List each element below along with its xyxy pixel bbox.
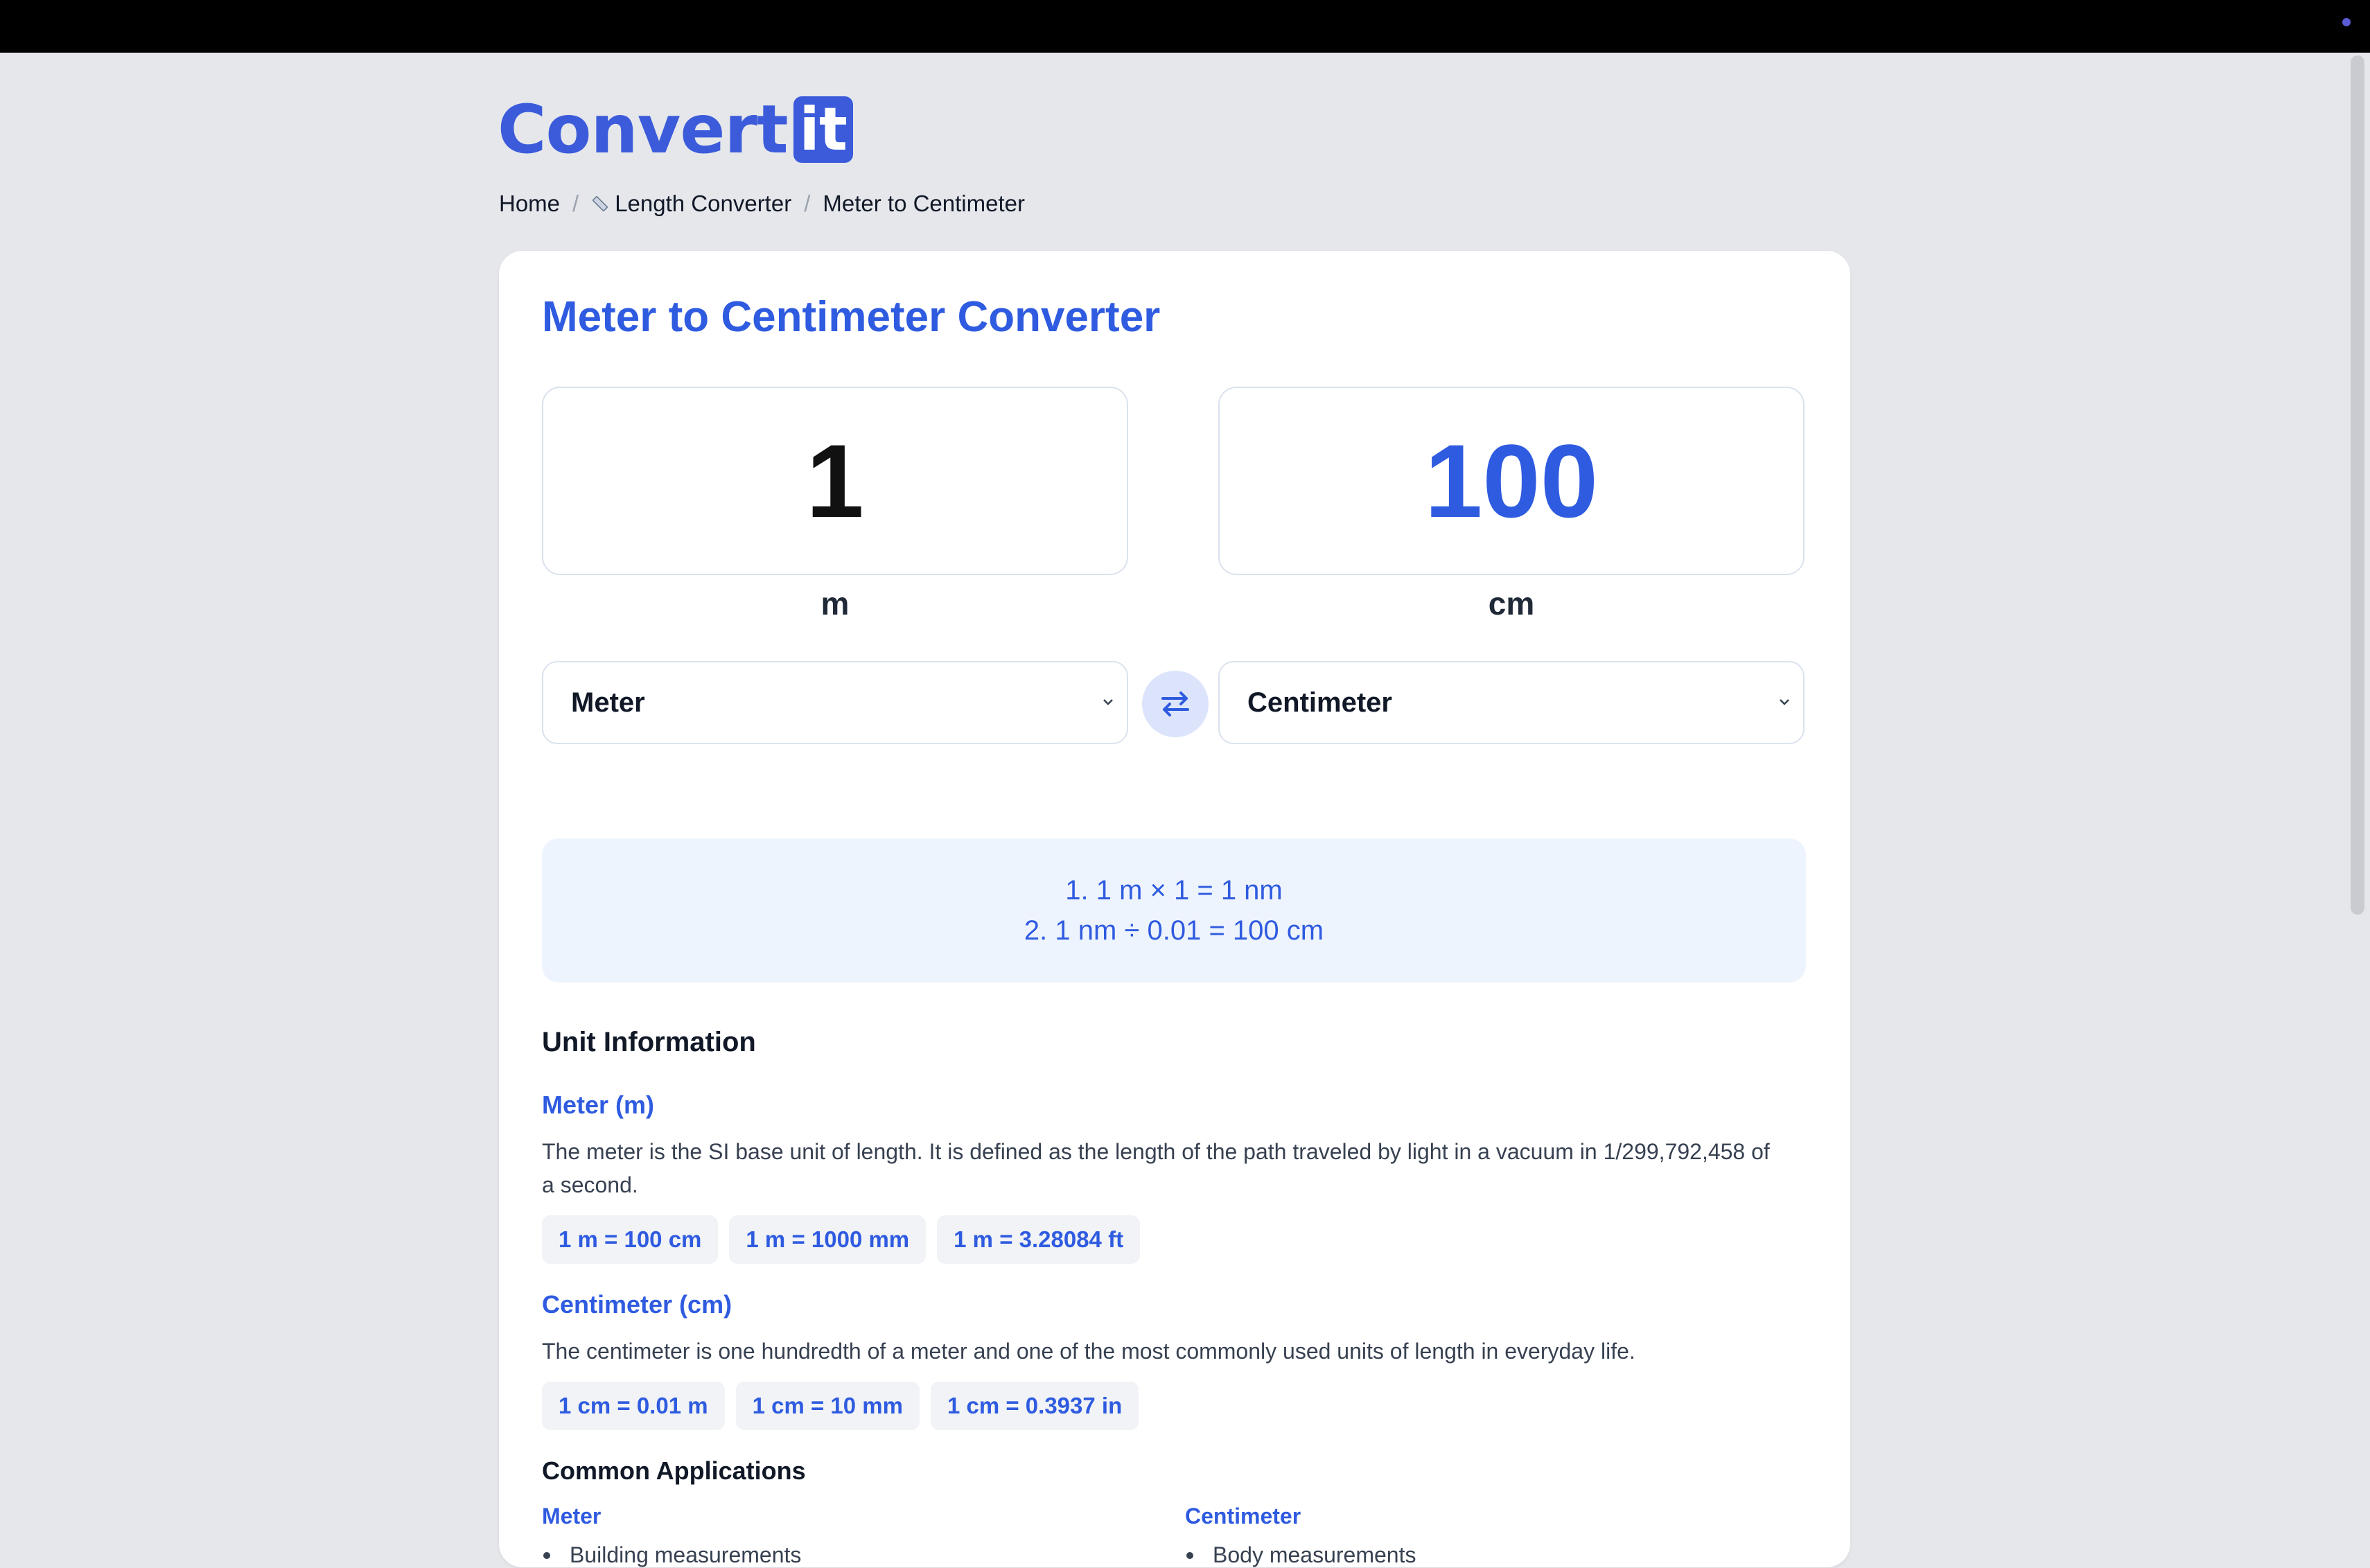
swap-arrows-icon xyxy=(1161,691,1189,716)
meter-chips: 1 m = 100 cm 1 m = 1000 mm 1 m = 3.28084… xyxy=(542,1215,1141,1264)
formula-step-2: 2. 1 nm ÷ 0.01 = 100 cm xyxy=(1024,915,1324,946)
chevron-down-icon xyxy=(1780,699,1789,705)
status-dot-icon xyxy=(2342,18,2351,26)
unit-info-heading: Unit Information xyxy=(542,1027,756,1057)
bullet xyxy=(543,1551,550,1559)
chevron-down-icon xyxy=(1103,699,1113,705)
meter-chip: 1 m = 3.28084 ft xyxy=(937,1215,1141,1264)
centimeter-chip: 1 cm = 0.3937 in xyxy=(930,1382,1139,1430)
from-unit-selected: Meter xyxy=(571,687,645,718)
breadcrumb-separator: / xyxy=(572,191,579,216)
list-item-text: Building measurements xyxy=(570,1542,802,1567)
brand-name: Convert xyxy=(498,91,789,168)
applications-centimeter-title: Centimeter xyxy=(1185,1504,1301,1529)
centimeter-info-title: Centimeter (cm) xyxy=(542,1290,732,1319)
to-unit-symbol: cm xyxy=(1488,585,1535,622)
brand-badge: it xyxy=(793,96,853,163)
centimeter-chip: 1 cm = 10 mm xyxy=(735,1382,920,1430)
to-unit-select[interactable]: Centimeter xyxy=(1218,661,1805,744)
formula-step-1: 1. 1 m × 1 = 1 nm xyxy=(1065,875,1283,906)
browser-top-bar xyxy=(0,0,2370,53)
centimeter-chips: 1 cm = 0.01 m 1 cm = 10 mm 1 cm = 0.3937… xyxy=(542,1382,1139,1430)
breadcrumb-category[interactable]: Length Converter xyxy=(615,191,791,217)
centimeter-info-description: The centimeter is one hundredth of a met… xyxy=(542,1339,1635,1364)
bullet xyxy=(1186,1551,1193,1559)
swap-units-button[interactable] xyxy=(1142,671,1209,737)
to-unit-selected: Centimeter xyxy=(1247,687,1392,718)
from-unit-symbol: m xyxy=(820,585,850,622)
converter-card: Meter to Centimeter Converter 1 100 m cm… xyxy=(499,251,1850,1567)
list-item-text: Body measurements xyxy=(1213,1542,1416,1567)
to-value-output[interactable]: 100 xyxy=(1218,387,1805,575)
list-item: Building measurements xyxy=(543,1542,801,1568)
meter-info-title: Meter (m) xyxy=(542,1091,655,1119)
breadcrumb: Home / Length Converter / Meter to Centi… xyxy=(499,184,1025,223)
breadcrumb-separator: / xyxy=(804,191,811,216)
formula-box: 1. 1 m × 1 = 1 nm 2. 1 nm ÷ 0.01 = 100 c… xyxy=(542,838,1806,983)
from-unit-select[interactable]: Meter xyxy=(542,661,1128,744)
list-item: Body measurements xyxy=(1186,1542,1416,1568)
meter-info-description: The meter is the SI base unit of length.… xyxy=(542,1139,1770,1197)
centimeter-chip: 1 cm = 0.01 m xyxy=(542,1382,725,1430)
meter-chip: 1 m = 1000 mm xyxy=(729,1215,927,1264)
meter-chip: 1 m = 100 cm xyxy=(542,1215,719,1264)
brand-logo[interactable]: Convert it xyxy=(498,85,853,175)
breadcrumb-home[interactable]: Home xyxy=(499,191,560,217)
page-scrollbar[interactable] xyxy=(2351,55,2364,915)
breadcrumb-current: Meter to Centimeter xyxy=(823,191,1025,216)
applications-heading: Common Applications xyxy=(542,1456,806,1485)
applications-meter-title: Meter xyxy=(542,1504,602,1529)
from-value-input[interactable]: 1 xyxy=(542,387,1128,575)
ruler-icon xyxy=(592,196,608,211)
page-title: Meter to Centimeter Converter xyxy=(542,293,1161,341)
